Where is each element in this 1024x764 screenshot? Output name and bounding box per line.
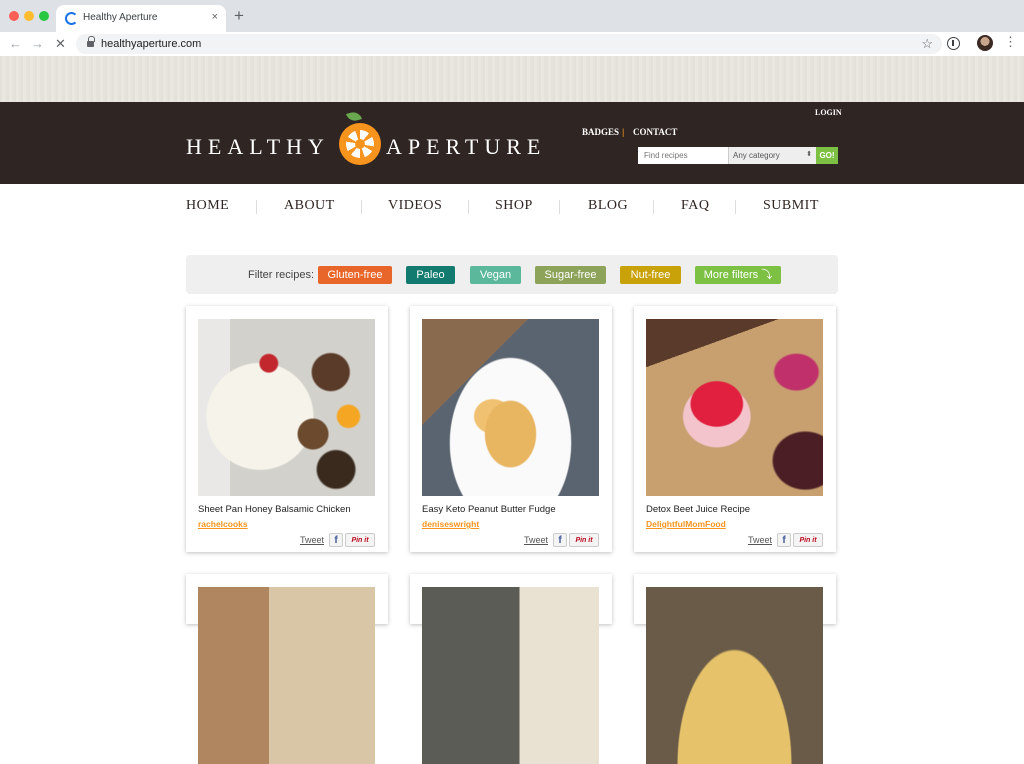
filter-label: Filter recipes:: [248, 269, 315, 281]
recipe-card[interactable]: Easy Keto Peanut Butter Fudge deniseswri…: [410, 306, 612, 552]
recipe-photo[interactable]: [198, 319, 375, 496]
new-tab-button[interactable]: +: [234, 7, 244, 24]
facebook-share-icon[interactable]: f: [777, 533, 791, 547]
recipe-author-link[interactable]: rachelcooks: [198, 519, 248, 529]
main-nav: HOME ABOUT VIDEOS SHOP BLOG FAQ SUBMIT: [186, 198, 820, 218]
recipe-card[interactable]: [410, 574, 612, 764]
extension-icon[interactable]: [947, 37, 960, 50]
forward-arrow-icon[interactable]: →: [31, 36, 44, 51]
recipe-title[interactable]: Sheet Pan Honey Balsamic Chicken: [198, 504, 351, 515]
browser-chrome: Healthy Aperture × + ← → ✕ healthyapertu…: [0, 0, 1024, 56]
category-select[interactable]: Any category ⬍: [728, 147, 816, 164]
recipe-photo[interactable]: [422, 587, 599, 764]
nav-home[interactable]: HOME: [186, 198, 229, 214]
filter-chip-gluten-free[interactable]: Gluten-free: [318, 266, 392, 284]
nav-divider: [653, 200, 654, 214]
contact-link[interactable]: CONTACT: [633, 127, 677, 137]
maximize-window-button[interactable]: [39, 11, 49, 21]
minimize-window-button[interactable]: [24, 11, 34, 21]
nav-shop[interactable]: SHOP: [495, 198, 533, 214]
loading-spinner-icon: [65, 12, 78, 25]
category-select-value: Any category: [733, 151, 780, 160]
recipe-card[interactable]: [186, 574, 388, 764]
recipe-title[interactable]: Detox Beet Juice Recipe: [646, 504, 750, 515]
browser-tab[interactable]: Healthy Aperture ×: [56, 5, 226, 32]
tab-title: Healthy Aperture: [83, 12, 158, 23]
filter-chip-nut-free[interactable]: Nut-free: [620, 266, 681, 284]
orange-aperture-logo-icon[interactable]: [339, 123, 381, 165]
url-text: healthyaperture.com: [101, 38, 202, 50]
logo-text-healthy[interactable]: HEALTHY: [186, 134, 330, 160]
close-window-button[interactable]: [9, 11, 19, 21]
recipe-photo[interactable]: [646, 587, 823, 764]
recipe-photo[interactable]: [422, 319, 599, 496]
nav-videos[interactable]: VIDEOS: [388, 198, 442, 214]
tweet-link[interactable]: Tweet: [300, 535, 324, 545]
nav-divider: [559, 200, 560, 214]
nav-about[interactable]: ABOUT: [284, 198, 335, 214]
nav-divider: [735, 200, 736, 214]
lock-icon: [87, 36, 95, 48]
header-link-separator: |: [622, 127, 625, 137]
profile-avatar[interactable]: [977, 35, 993, 51]
recipe-photo[interactable]: [198, 587, 375, 764]
recipe-author-link[interactable]: deniseswright: [422, 519, 479, 529]
header-texture: [0, 56, 1024, 102]
more-filters-button[interactable]: More filters ⤵: [695, 266, 781, 284]
recipe-photo[interactable]: [646, 319, 823, 496]
stop-loading-icon[interactable]: ✕: [55, 36, 66, 51]
logo-text-aperture[interactable]: APERTURE: [386, 134, 546, 160]
nav-blog[interactable]: BLOG: [588, 198, 628, 214]
filter-chip-sugar-free[interactable]: Sugar-free: [535, 266, 606, 284]
bookmark-star-icon[interactable]: ☆: [921, 36, 933, 52]
recipe-title[interactable]: Easy Keto Peanut Butter Fudge: [422, 504, 556, 515]
nav-divider: [468, 200, 469, 214]
nav-faq[interactable]: FAQ: [681, 198, 709, 214]
browser-toolbar: ← → ✕ healthyaperture.com ☆: [0, 32, 1024, 56]
address-bar[interactable]: healthyaperture.com ☆: [76, 34, 942, 54]
nav-divider: [361, 200, 362, 214]
facebook-share-icon[interactable]: f: [329, 533, 343, 547]
tweet-link[interactable]: Tweet: [748, 535, 772, 545]
pinterest-pin-button[interactable]: Pin it: [569, 533, 599, 547]
select-arrow-icon: ⬍: [806, 151, 812, 158]
facebook-share-icon[interactable]: f: [553, 533, 567, 547]
recipe-card[interactable]: Detox Beet Juice Recipe DelightfulMomFoo…: [634, 306, 836, 552]
filter-chip-vegan[interactable]: Vegan: [470, 266, 521, 284]
tab-close-icon[interactable]: ×: [212, 10, 218, 24]
tweet-link[interactable]: Tweet: [524, 535, 548, 545]
recipe-author-link[interactable]: DelightfulMomFood: [646, 519, 726, 529]
nav-divider: [256, 200, 257, 214]
login-link[interactable]: LOGIN: [815, 108, 842, 117]
back-arrow-icon[interactable]: ←: [9, 36, 22, 51]
pinterest-pin-button[interactable]: Pin it: [345, 533, 375, 547]
nav-submit[interactable]: SUBMIT: [763, 198, 819, 214]
filter-chip-paleo[interactable]: Paleo: [406, 266, 455, 284]
browser-menu-icon[interactable]: ⋮: [1004, 34, 1017, 50]
search-go-button[interactable]: GO!: [816, 147, 838, 164]
recipe-card[interactable]: [634, 574, 836, 764]
tab-strip: Healthy Aperture × +: [0, 0, 1024, 32]
recipe-card[interactable]: Sheet Pan Honey Balsamic Chicken rachelc…: [186, 306, 388, 552]
pinterest-pin-button[interactable]: Pin it: [793, 533, 823, 547]
search-input[interactable]: [638, 147, 728, 164]
badges-link[interactable]: BADGES: [582, 127, 619, 137]
